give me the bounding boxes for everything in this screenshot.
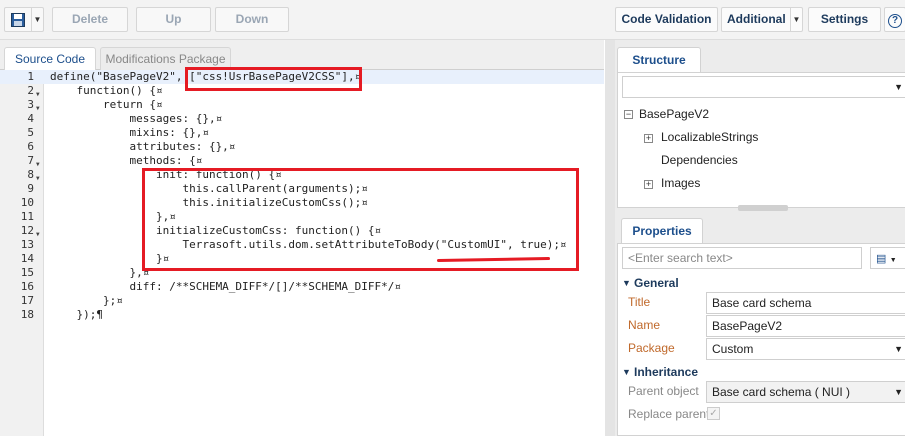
chevron-down-icon[interactable]: ▼ bbox=[31, 8, 43, 31]
collapse-arrow-icon[interactable]: ▼ bbox=[622, 367, 631, 377]
line-number: 15 bbox=[20, 266, 34, 279]
save-icon bbox=[11, 13, 25, 27]
parent-object-label: Parent object bbox=[628, 384, 699, 398]
code-line[interactable]: 5 mixins: {},¤ bbox=[0, 126, 604, 140]
collapse-arrow-icon[interactable]: ▼ bbox=[622, 278, 631, 288]
line-number: 9 bbox=[27, 182, 34, 195]
line-number: 3 bbox=[27, 98, 34, 111]
save-button[interactable]: ▼ bbox=[4, 7, 44, 32]
line-number: 18 bbox=[20, 308, 34, 321]
highlight-box-css-dependency bbox=[185, 67, 362, 91]
line-number: 5 bbox=[27, 126, 34, 139]
code-line[interactable]: 4 messages: {},¤ bbox=[0, 112, 604, 126]
properties-search-input[interactable]: <Enter search text> bbox=[622, 247, 862, 269]
line-number: 10 bbox=[20, 196, 34, 209]
code-line[interactable]: 17 };¤ bbox=[0, 294, 604, 308]
line-number: 16 bbox=[20, 280, 34, 293]
collapse-icon[interactable]: − bbox=[624, 110, 633, 119]
code-line[interactable]: 18 });¶ bbox=[0, 308, 604, 322]
chevron-down-icon[interactable]: ▼ bbox=[894, 77, 903, 97]
expand-icon[interactable]: + bbox=[644, 134, 653, 143]
settings-button[interactable]: Settings bbox=[808, 7, 881, 32]
section-general[interactable]: General bbox=[634, 276, 679, 290]
highlight-box-methods bbox=[142, 168, 579, 271]
chevron-down-icon: ▼ bbox=[889, 257, 897, 264]
code-line[interactable]: 6 attributes: {},¤ bbox=[0, 140, 604, 154]
additional-button[interactable]: Additional ▼ bbox=[721, 7, 803, 32]
code-text: mixins: {},¤ bbox=[50, 126, 209, 139]
source-editor-pane: Source Code Modifications Package 1 defin… bbox=[0, 40, 604, 436]
code-text: messages: {},¤ bbox=[50, 112, 223, 125]
code-line[interactable]: 3 ▼ return {¤ bbox=[0, 98, 604, 112]
code-text: diff: /**SCHEMA_DIFF*/[]/**SCHEMA_DIFF*/… bbox=[50, 280, 401, 293]
replace-parent-checkbox[interactable]: ✓ bbox=[707, 407, 720, 420]
title-field[interactable]: Base card schema bbox=[706, 292, 905, 314]
line-number: 7 bbox=[27, 154, 34, 167]
list-view-icon: ▤ bbox=[876, 253, 887, 265]
chevron-down-icon[interactable]: ▼ bbox=[894, 339, 903, 359]
title-label: Title bbox=[628, 295, 651, 309]
chevron-down-icon[interactable]: ▼ bbox=[790, 8, 802, 31]
code-line[interactable]: 7 ▼ methods: {¤ bbox=[0, 154, 604, 168]
name-field[interactable]: BasePageV2 bbox=[706, 315, 905, 337]
line-number: 12 bbox=[20, 224, 34, 237]
line-number: 1 bbox=[27, 70, 34, 83]
section-inheritance[interactable]: Inheritance bbox=[634, 365, 698, 379]
code-text: return {¤ bbox=[50, 98, 163, 111]
tree-item-dependencies[interactable]: Dependencies bbox=[661, 153, 738, 167]
code-text: },¤ bbox=[50, 266, 150, 279]
package-label: Package bbox=[628, 341, 675, 355]
code-editor[interactable]: 1 define("BasePageV2", ["css!UsrBasePageV… bbox=[0, 67, 604, 436]
tree-item-images[interactable]: Images bbox=[661, 176, 700, 190]
line-number: 14 bbox=[20, 252, 34, 265]
package-value: Custom bbox=[712, 342, 754, 356]
tab-structure[interactable]: Structure bbox=[617, 47, 701, 72]
line-number: 11 bbox=[20, 210, 34, 223]
name-label: Name bbox=[628, 318, 661, 332]
help-button[interactable]: ? bbox=[884, 7, 905, 32]
code-text: };¤ bbox=[50, 294, 123, 307]
code-validation-button[interactable]: Code Validation bbox=[615, 7, 718, 32]
splitter[interactable] bbox=[605, 40, 615, 436]
line-number: 13 bbox=[20, 238, 34, 251]
tree-item-localizable-strings[interactable]: LocalizableStrings bbox=[661, 130, 758, 144]
tab-source-code[interactable]: Source Code bbox=[4, 47, 96, 71]
additional-label: Additional bbox=[727, 12, 786, 26]
chevron-down-icon[interactable]: ▼ bbox=[894, 382, 903, 402]
code-text: function() {¤ bbox=[50, 84, 163, 97]
structure-filter-input[interactable]: ▼ bbox=[622, 76, 905, 98]
code-line[interactable]: 16 diff: /**SCHEMA_DIFF*/[]/**SCHEMA_DIF… bbox=[0, 280, 604, 294]
line-number: 17 bbox=[20, 294, 34, 307]
structure-panel: ▼ − BasePageV2 + LocalizableStrings Depe… bbox=[617, 72, 905, 208]
line-number: 6 bbox=[27, 140, 34, 153]
code-text: attributes: {},¤ bbox=[50, 140, 236, 153]
splitter-handle[interactable] bbox=[738, 205, 788, 211]
replace-parent-label: Replace parent bbox=[628, 407, 710, 421]
tab-properties[interactable]: Properties bbox=[621, 218, 703, 243]
line-number: 4 bbox=[27, 112, 34, 125]
tree-item-root[interactable]: BasePageV2 bbox=[639, 107, 709, 121]
down-button[interactable]: Down bbox=[215, 7, 289, 32]
right-sidebar: Structure ▼ − BasePageV2 + LocalizableSt… bbox=[605, 40, 905, 436]
delete-button[interactable]: Delete bbox=[52, 7, 128, 32]
properties-panel: <Enter search text> ▤ ▼ ▼ General Title … bbox=[617, 243, 905, 436]
expand-icon[interactable]: + bbox=[644, 180, 653, 189]
up-button[interactable]: Up bbox=[136, 7, 211, 32]
line-number: 8 bbox=[27, 168, 34, 181]
view-options-button[interactable]: ▤ ▼ bbox=[870, 247, 905, 269]
code-text: });¶ bbox=[50, 308, 103, 321]
parent-object-select[interactable]: Base card schema ( NUI ) ▼ bbox=[706, 381, 905, 403]
line-number: 2 bbox=[27, 84, 34, 97]
parent-object-value: Base card schema ( NUI ) bbox=[712, 385, 851, 399]
main-toolbar: ▼ Delete Up Down Code Validation Additio… bbox=[0, 0, 905, 40]
editor-tabs: Source Code Modifications Package bbox=[0, 40, 604, 71]
help-icon: ? bbox=[888, 14, 902, 28]
package-select[interactable]: Custom ▼ bbox=[706, 338, 905, 360]
code-text: methods: {¤ bbox=[50, 154, 203, 167]
